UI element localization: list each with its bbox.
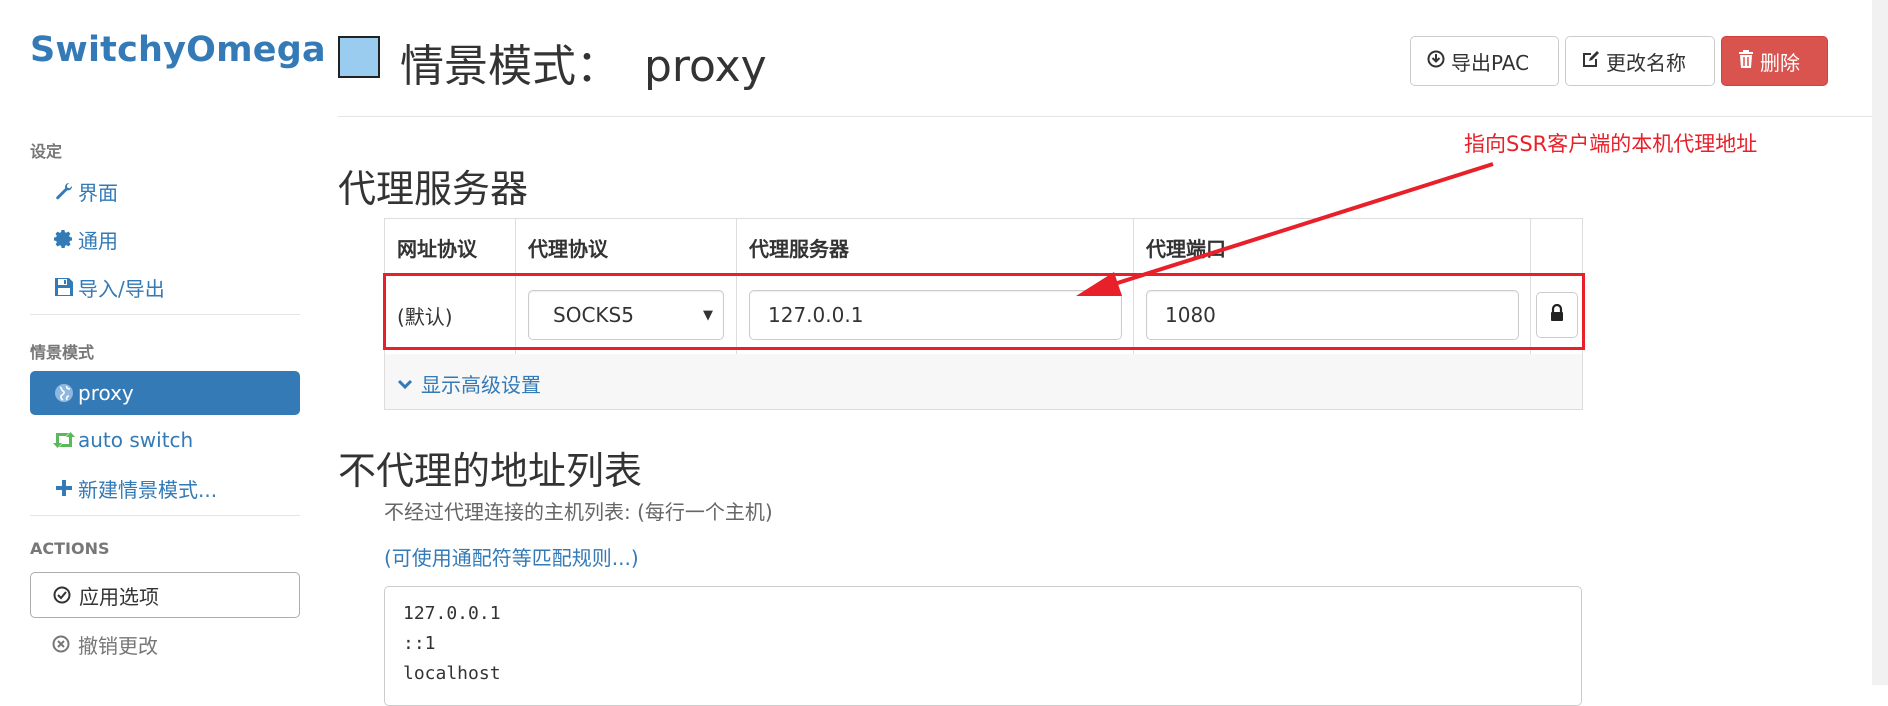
column-header-actions xyxy=(1531,219,1582,275)
edit-icon xyxy=(1582,49,1600,73)
sidebar-item-label: 导入/导出 xyxy=(78,276,165,301)
auth-button[interactable] xyxy=(1535,292,1578,338)
bypass-list-title: 不代理的地址列表 xyxy=(338,449,643,493)
vertical-scrollbar[interactable] xyxy=(1872,0,1888,685)
sidebar-item-auto-switch[interactable]: auto switch xyxy=(30,418,300,462)
chevron-down-icon xyxy=(397,372,413,396)
sidebar-item-interface[interactable]: 界面 xyxy=(30,169,300,213)
sidebar-item-label: 新建情景模式... xyxy=(78,477,218,502)
floppy-icon xyxy=(52,277,76,297)
trash-icon xyxy=(1738,49,1754,73)
protocol-cell: SOCKS5 ▼ xyxy=(516,276,737,354)
proxy-servers-table: 网址协议 代理协议 代理服务器 代理端口 (默认) SOCKS5 ▼ 127.0… xyxy=(384,218,1583,410)
gear-icon xyxy=(52,229,76,249)
sidebar-item-new-profile[interactable]: 新建情景模式... xyxy=(30,466,300,510)
actions-header: ACTIONS xyxy=(30,539,110,558)
brand-logo[interactable]: SwitchyOmega xyxy=(30,30,326,70)
delete-label: 删除 xyxy=(1760,50,1800,75)
protocol-select[interactable]: SOCKS5 ▼ xyxy=(528,290,724,340)
discard-label: 撤销更改 xyxy=(78,633,158,658)
sidebar: SwitchyOmega 设定 界面 通用 导入/导出 情景模式 proxy a… xyxy=(0,0,326,685)
plus-icon xyxy=(52,479,76,497)
page-title: 情景模式： proxy xyxy=(400,30,767,94)
profile-name: proxy xyxy=(644,41,767,92)
profile-color-swatch[interactable] xyxy=(338,36,380,78)
header-divider xyxy=(338,116,1878,117)
column-header-scheme: 网址协议 xyxy=(385,219,516,275)
port-cell: 1080 xyxy=(1134,276,1531,354)
check-circle-icon xyxy=(53,586,77,604)
settings-header: 设定 xyxy=(30,142,63,161)
bypass-help-text: 不经过代理连接的主机列表: (每行一个主机) xyxy=(384,500,773,524)
sidebar-item-label: proxy xyxy=(78,381,134,405)
annotation-text: 指向SSR客户端的本机代理地址 xyxy=(1464,132,1758,156)
auth-cell xyxy=(1531,276,1582,354)
globe-icon xyxy=(52,383,76,403)
sidebar-item-label: 通用 xyxy=(78,228,118,253)
divider xyxy=(30,314,300,315)
profiles-header: 情景模式 xyxy=(30,343,95,362)
show-advanced-link[interactable]: 显示高级设置 xyxy=(397,369,541,398)
column-header-server: 代理服务器 xyxy=(737,219,1134,275)
title-prefix: 情景模式： xyxy=(400,41,620,92)
retweet-icon xyxy=(52,431,76,449)
caret-down-icon: ▼ xyxy=(703,307,713,323)
apply-options-button[interactable]: 应用选项 xyxy=(30,572,300,618)
scheme-cell: (默认) xyxy=(385,276,516,354)
rename-button[interactable]: 更改名称 xyxy=(1565,36,1715,86)
rename-label: 更改名称 xyxy=(1606,50,1686,75)
close-circle-icon xyxy=(52,635,76,653)
show-advanced-label: 显示高级设置 xyxy=(421,373,541,397)
export-pac-label: 导出PAC xyxy=(1451,50,1530,75)
delete-button[interactable]: 删除 xyxy=(1721,36,1828,86)
bypass-list-textarea[interactable]: 127.0.0.1 ::1 localhost xyxy=(384,586,1582,706)
proxy-server-input[interactable]: 127.0.0.1 xyxy=(749,290,1122,340)
server-cell: 127.0.0.1 xyxy=(737,276,1134,354)
apply-label: 应用选项 xyxy=(79,584,159,609)
bypass-line: ::1 xyxy=(403,633,436,654)
proxy-port-input[interactable]: 1080 xyxy=(1146,290,1519,340)
wrench-icon xyxy=(52,182,76,200)
column-header-port: 代理端口 xyxy=(1134,219,1531,275)
table-row: (默认) SOCKS5 ▼ 127.0.0.1 1080 xyxy=(385,275,1582,354)
discard-changes-button[interactable]: 撤销更改 xyxy=(30,622,300,666)
sidebar-item-label: auto switch xyxy=(78,428,194,452)
sidebar-item-import-export[interactable]: 导入/导出 xyxy=(30,265,300,309)
bypass-line: 127.0.0.1 xyxy=(403,603,501,624)
lock-icon xyxy=(1550,303,1564,326)
column-header-protocol: 代理协议 xyxy=(516,219,737,275)
download-icon xyxy=(1427,49,1445,73)
divider xyxy=(30,515,300,516)
export-pac-button[interactable]: 导出PAC xyxy=(1410,36,1559,86)
sidebar-item-proxy[interactable]: proxy xyxy=(30,371,300,415)
main-content: 情景模式： proxy 导出PAC 更改名称 删除 代理服务器 网址协议 代理协议… xyxy=(338,0,1888,706)
wildcard-rules-link[interactable]: (可使用通配符等匹配规则...) xyxy=(384,542,639,571)
proxy-servers-title: 代理服务器 xyxy=(338,167,529,211)
sidebar-item-general[interactable]: 通用 xyxy=(30,217,300,261)
sidebar-item-label: 界面 xyxy=(78,180,118,205)
protocol-value: SOCKS5 xyxy=(553,303,634,327)
